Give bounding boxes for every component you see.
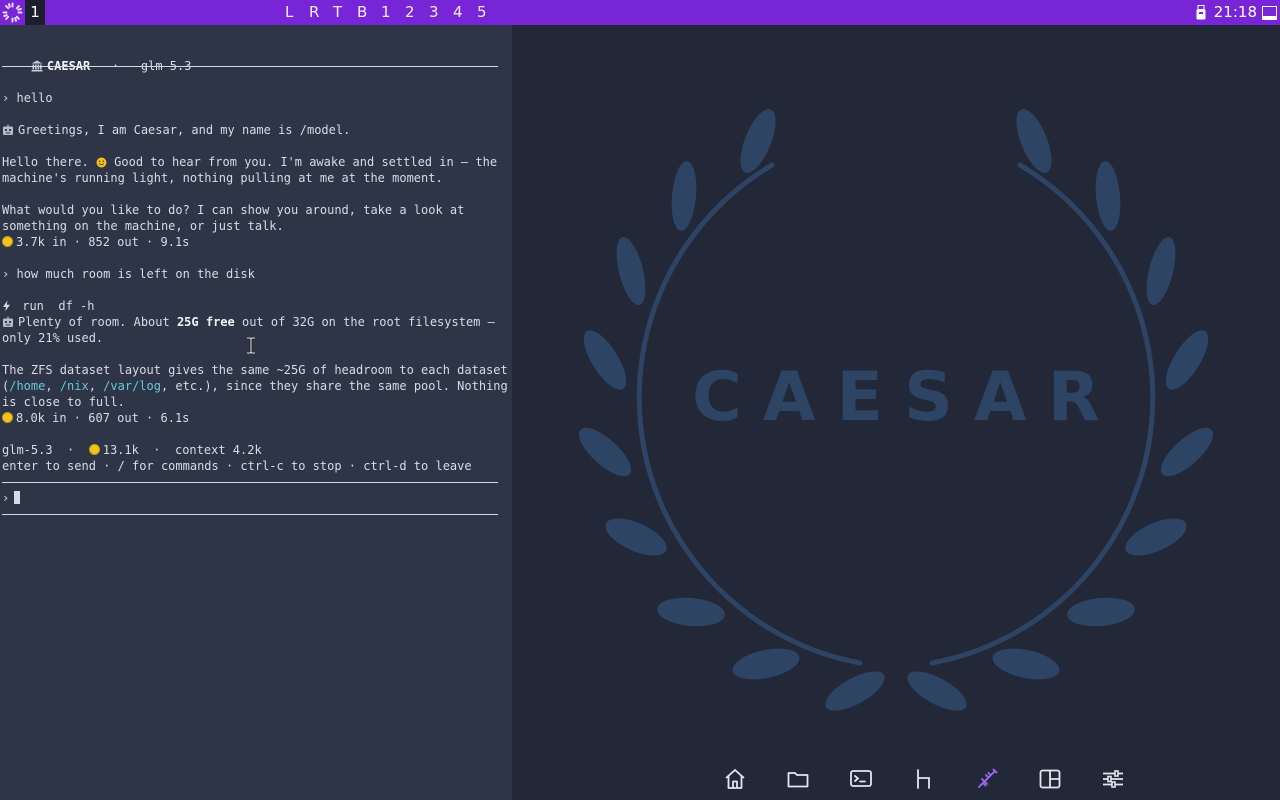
bot-reply-line: is close to full.	[2, 395, 125, 409]
robot-icon	[3, 124, 13, 135]
user-message-text: how much room is left on the disk	[16, 267, 255, 281]
workspace-item[interactable]: 2	[405, 0, 429, 25]
bot-reply-line: (/home, /nix, /var/log, etc.), since the…	[2, 378, 508, 394]
workspace-item[interactable]: 5	[477, 0, 501, 25]
show-desktop-icon[interactable]	[1262, 5, 1277, 20]
bot-reply-line: something on the machine, or just talk.	[2, 219, 284, 233]
bot-reply-line: Hello there. Good to hear from you. I'm …	[2, 154, 497, 170]
text-cursor	[14, 491, 21, 504]
bot-message: Greetings, I am Caesar, and my name is /…	[2, 122, 350, 138]
lightning-icon	[3, 300, 10, 312]
tool-command: df -h	[58, 299, 95, 313]
input-line[interactable]: ›	[2, 490, 21, 506]
user-message: › how much room is left on the disk	[2, 266, 255, 282]
reply-bold-text: 25G free	[176, 315, 235, 329]
key-hints: enter to send · / for commands · ctrl-c …	[2, 459, 472, 473]
status-line: glm-5.3 · 13.1k · context 4.2k	[2, 442, 262, 458]
user-message-text: hello	[16, 91, 53, 105]
gear-launcher-icon[interactable]	[2, 2, 23, 23]
workspace-item[interactable]: T	[333, 0, 357, 25]
tool-call: run df -h	[2, 298, 95, 314]
tool-label: run	[22, 299, 44, 313]
ibeam-cursor-icon	[247, 337, 255, 354]
bot-reply-line: The ZFS dataset layout gives the same ~2…	[2, 363, 508, 377]
bot-reply-line: What would you like to do? I can show yo…	[2, 203, 465, 217]
header: CAESAR · glm-5.3	[2, 42, 191, 73]
reply-text: Hello there.	[2, 155, 96, 169]
workspace-list: L R T B 1 2 3 4 5	[285, 0, 501, 25]
sliders-icon[interactable]	[1100, 766, 1126, 792]
brand-wordmark: CAESAR	[692, 358, 1121, 437]
bot-reply-line: Plenty of room. About 25G free out of 32…	[2, 314, 495, 330]
desktop-wallpaper: CAESAR	[512, 25, 1280, 800]
input-bottom-divider	[2, 514, 498, 515]
workspace-item[interactable]: 4	[453, 0, 477, 25]
workspace-item[interactable]: L	[285, 0, 309, 25]
reply-text: ,	[45, 379, 60, 393]
prompt-symbol: ›	[2, 267, 10, 281]
clock[interactable]: 21:18	[1214, 0, 1257, 25]
coin-icon	[88, 444, 100, 455]
coin-icon	[2, 412, 13, 423]
hierarchy-icon[interactable]	[911, 766, 937, 792]
reply-text: out of 32G on the root filesystem —	[234, 315, 495, 329]
path-link[interactable]: /home	[9, 379, 45, 393]
smiley-icon	[96, 157, 107, 168]
reply-text: , etc.), since they share the same pool.…	[160, 379, 508, 393]
workspace-active[interactable]: 1	[25, 0, 45, 25]
prompt-symbol: ›	[2, 491, 10, 505]
status-context: context 4.2k	[174, 443, 262, 457]
status-separator: ·	[153, 443, 161, 457]
coin-icon	[2, 236, 13, 247]
path-link[interactable]: /nix	[60, 379, 89, 393]
workspace-item[interactable]: 1	[381, 0, 405, 25]
split-layout-icon[interactable]	[1037, 766, 1063, 792]
terminal-icon[interactable]	[848, 766, 874, 792]
input-top-divider	[2, 482, 498, 483]
home-icon[interactable]	[722, 766, 748, 792]
bot-reply-line: only 21% used.	[2, 331, 104, 345]
reply-text: ,	[88, 379, 104, 393]
bot-intro-text: Greetings, I am Caesar, and my name is /…	[18, 123, 351, 137]
workspace-item[interactable]: 3	[429, 0, 453, 25]
terminal-window[interactable]: CAESAR · glm-5.3 › hello Greetings, I am…	[0, 25, 512, 800]
workspace-item[interactable]: B	[357, 0, 381, 25]
system-tray: 21:18	[1196, 0, 1280, 25]
syringe-icon[interactable]	[974, 766, 1000, 792]
top-bar: 1 L R T B 1 2 3 4 5 21:18	[0, 0, 1280, 25]
usage-stats-text: 8.0k in · 607 out · 6.1s	[16, 411, 190, 425]
status-model: glm-5.3	[2, 443, 53, 457]
status-separator: ·	[67, 443, 75, 457]
prompt-symbol: ›	[2, 91, 10, 105]
folder-icon[interactable]	[785, 766, 811, 792]
reply-text: Good to hear from you. I'm awake and set…	[106, 155, 498, 169]
robot-icon	[3, 316, 13, 327]
user-message: › hello	[2, 90, 53, 106]
usage-stats: 3.7k in · 852 out · 9.1s	[2, 234, 189, 250]
header-divider	[2, 66, 498, 67]
status-tokens: 13.1k	[102, 443, 139, 457]
path-link[interactable]: /var/log	[103, 379, 161, 393]
usage-stats-text: 3.7k in · 852 out · 9.1s	[16, 235, 190, 249]
bot-reply-line: machine's running light, nothing pulling…	[2, 171, 443, 185]
usb-drive-icon[interactable]	[1196, 5, 1206, 20]
usage-stats: 8.0k in · 607 out · 6.1s	[2, 410, 189, 426]
workspace-item[interactable]: R	[309, 0, 333, 25]
reply-text: Plenty of room. About	[18, 315, 177, 329]
